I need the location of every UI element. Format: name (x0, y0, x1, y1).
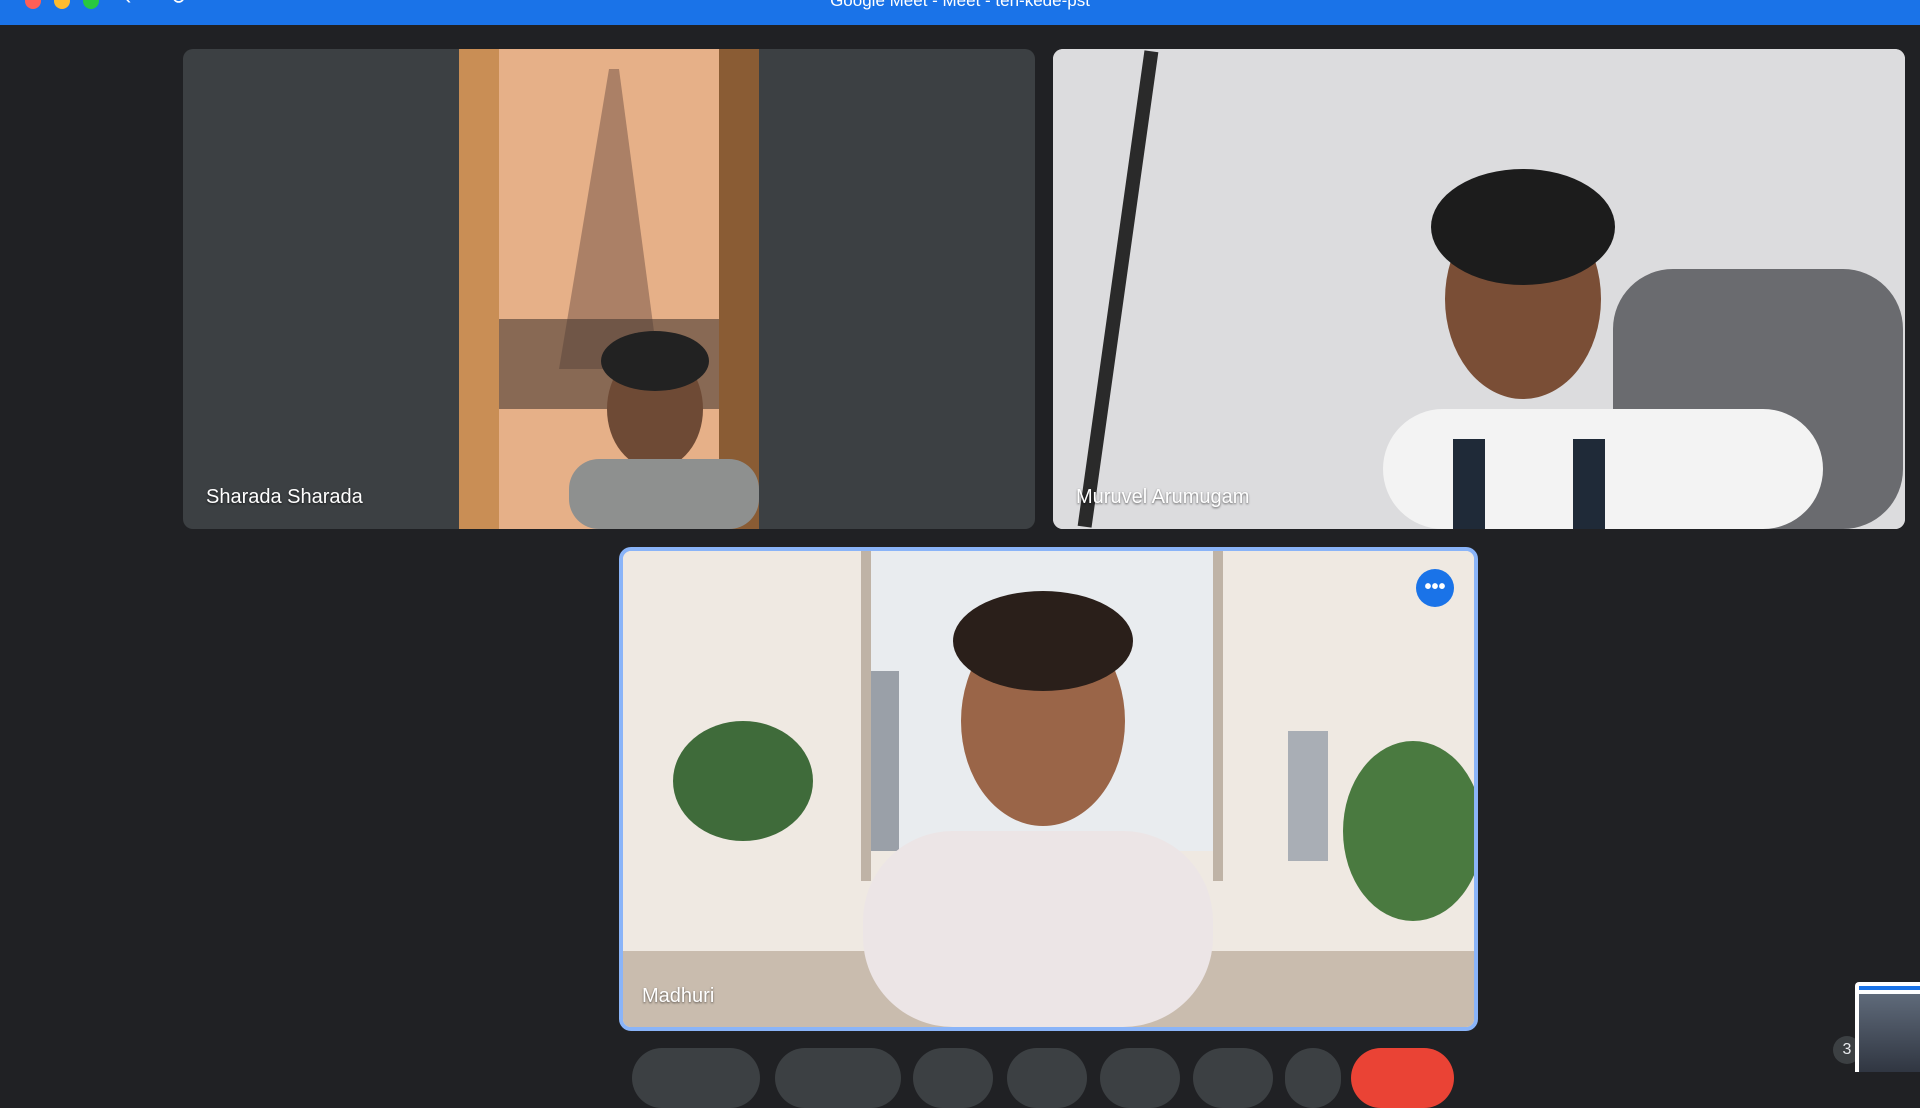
window-mullion (861, 551, 871, 881)
window-title: Google Meet - Meet - ten-kede-pst (830, 0, 1090, 10)
captions-button[interactable] (913, 1048, 993, 1108)
leave-call-button[interactable] (1351, 1048, 1454, 1108)
person-shirt (569, 459, 759, 529)
plant-left (673, 721, 813, 841)
city-building (871, 671, 899, 851)
meeting-controls-bar (0, 1048, 1920, 1108)
participant-name-label: Muruvel Arumugam (1076, 486, 1250, 508)
person-hair (1431, 169, 1615, 285)
raise-hand-button[interactable] (1193, 1048, 1273, 1108)
microphone-button[interactable] (632, 1048, 760, 1108)
participant-tile-madhuri-active-speaker[interactable]: ••• Madhuri (619, 547, 1478, 1031)
person-top (863, 831, 1213, 1027)
participant-video-muruvel (1053, 49, 1905, 529)
participant-video-madhuri (623, 551, 1474, 1027)
participant-name-label: Sharada Sharada (206, 486, 363, 508)
window-titlebar: ‹ ↻ Google Meet - Meet - ten-kede-pst (0, 0, 1920, 25)
participant-tile-muruvel[interactable]: Muruvel Arumugam (1053, 49, 1905, 529)
more-actions-button[interactable] (1285, 1048, 1341, 1108)
reactions-button[interactable] (1007, 1048, 1087, 1108)
self-view-video (1859, 994, 1920, 1072)
participant-name-label: Madhuri (642, 985, 715, 1007)
participant-video-sharada (459, 49, 759, 529)
more-options-icon[interactable]: ••• (1416, 569, 1454, 607)
city-building-2 (1288, 731, 1328, 861)
shirt-strap-right (1573, 439, 1605, 529)
window-frame-right (719, 49, 759, 529)
shirt-strap (1453, 439, 1485, 529)
participant-tile-sharada[interactable]: Sharada Sharada (183, 49, 1035, 529)
self-view-toolbar (1859, 986, 1920, 990)
person-hair (601, 331, 709, 391)
person-hair (953, 591, 1133, 691)
present-button[interactable] (1100, 1048, 1180, 1108)
window-mullion-2 (1213, 551, 1223, 881)
camera-button[interactable] (775, 1048, 901, 1108)
self-view-thumbnail[interactable] (1855, 982, 1920, 1072)
window-frame-left (459, 49, 499, 529)
